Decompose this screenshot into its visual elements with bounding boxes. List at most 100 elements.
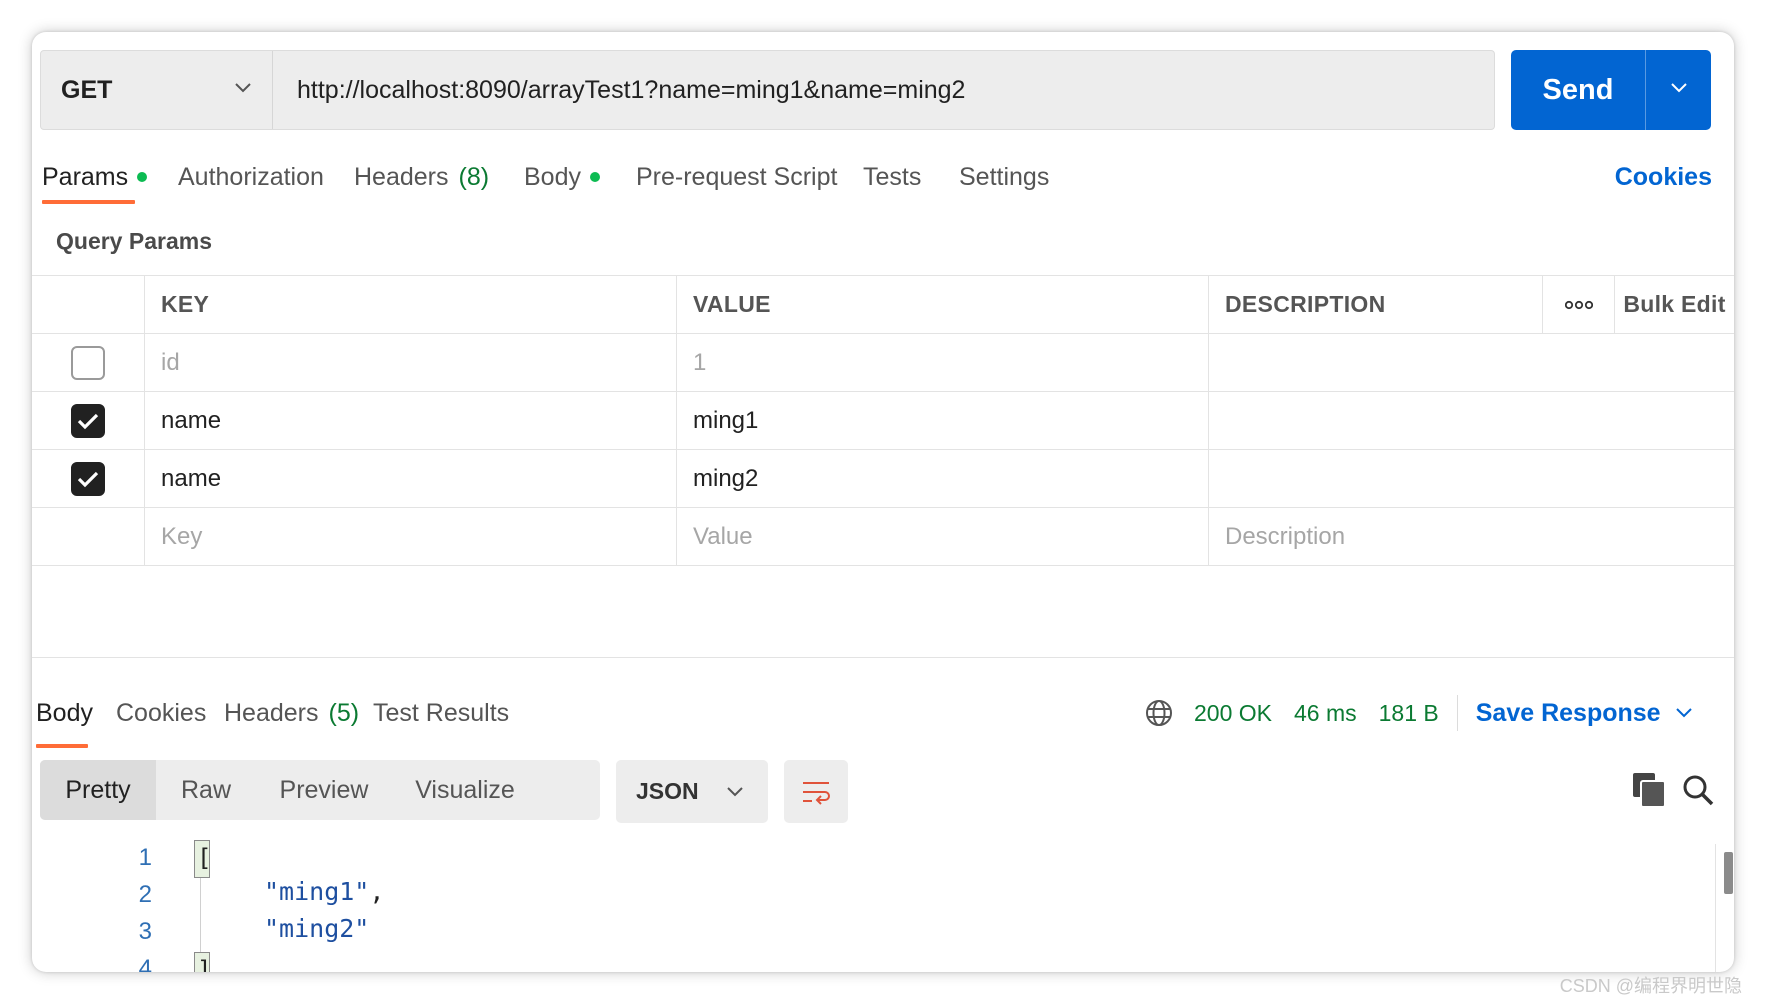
new-key-input[interactable]: Key [145, 508, 677, 565]
tab-headers-label: Headers [354, 162, 449, 191]
active-response-tab-underline [36, 744, 88, 748]
view-pretty-button[interactable]: Pretty [40, 760, 156, 820]
response-status-bar: 200 OK 46 ms 181 B Save Response [1144, 692, 1693, 734]
response-view-toggle: Pretty Raw Preview Visualize [40, 760, 600, 820]
tab-tests[interactable]: Tests [863, 152, 921, 202]
table-row-new: Key Value Description [32, 508, 1734, 566]
header-check-cell [32, 276, 145, 333]
column-header-description: DESCRIPTION [1225, 291, 1386, 317]
row-check-cell [32, 334, 145, 391]
wrap-lines-button[interactable] [784, 760, 848, 823]
tab-prerequest-script[interactable]: Pre-request Script [636, 152, 837, 202]
method-label: GET [61, 75, 113, 104]
tab-params-label: Params [42, 162, 129, 191]
tab-body-label: Body [524, 162, 581, 191]
response-size[interactable]: 181 B [1379, 700, 1439, 727]
param-description[interactable] [1209, 450, 1734, 507]
tab-test-results[interactable]: Test Results [373, 692, 509, 734]
param-description[interactable] [1209, 334, 1734, 391]
new-description-input[interactable]: Description [1209, 508, 1734, 565]
code-line: "ming1", [264, 877, 384, 906]
method-select[interactable]: GET [41, 51, 273, 129]
query-params-title: Query Params [56, 228, 212, 254]
view-raw-button[interactable]: Raw [156, 760, 256, 820]
response-headers-count: (5) [328, 698, 360, 727]
column-header-key: KEY [145, 276, 677, 333]
send-button[interactable]: Send [1511, 50, 1645, 130]
tab-response-cookies[interactable]: Cookies [116, 692, 206, 734]
tab-response-headers[interactable]: Headers (5) [224, 692, 359, 734]
chevron-down-icon [726, 786, 744, 798]
row-check-cell [32, 508, 145, 565]
table-row: id 1 [32, 334, 1734, 392]
column-header-value: VALUE [677, 276, 1209, 333]
postman-request-panel: GET http://localhost:8090/arrayTest1?nam… [32, 32, 1734, 972]
param-checkbox[interactable] [71, 403, 105, 438]
view-visualize-button[interactable]: Visualize [392, 760, 538, 820]
json-string: "ming2" [264, 914, 370, 943]
format-select[interactable]: JSON [616, 760, 768, 823]
format-label: JSON [636, 778, 699, 804]
view-preview-button[interactable]: Preview [256, 760, 392, 820]
code-scrollbar-thumb[interactable] [1724, 852, 1733, 894]
param-description[interactable] [1209, 392, 1734, 449]
code-scroll-track [1715, 844, 1716, 972]
tab-response-body[interactable]: Body [36, 692, 93, 734]
more-options-icon[interactable] [1542, 276, 1615, 333]
save-response-label: Save Response [1475, 698, 1661, 727]
line-number: 1 [138, 844, 152, 871]
param-key[interactable]: name [145, 450, 677, 507]
tab-headers[interactable]: Headers (8) [354, 152, 489, 202]
response-body-code[interactable]: 1 2 3 4 [ "ming1", "ming2" ] [32, 840, 1734, 972]
param-key[interactable]: id [145, 334, 677, 391]
response-divider[interactable] [32, 657, 1734, 658]
request-tabs: Params Authorization Headers (8) Body Pre… [32, 152, 1734, 212]
search-icon[interactable] [1680, 772, 1716, 808]
watermark: CSDN @编程界明世隐 [1559, 976, 1742, 996]
globe-icon[interactable] [1144, 698, 1174, 728]
code-line: "ming2" [264, 914, 369, 943]
param-value[interactable]: ming1 [677, 392, 1209, 449]
tab-params[interactable]: Params [42, 152, 148, 202]
tab-body[interactable]: Body [524, 152, 600, 202]
param-checkbox[interactable] [71, 345, 105, 380]
wrap-lines-icon [803, 781, 830, 805]
param-checkbox[interactable] [71, 461, 105, 496]
chevron-down-icon [234, 81, 252, 99]
new-value-input[interactable]: Value [677, 508, 1209, 565]
param-value[interactable]: ming2 [677, 450, 1209, 507]
save-response-button[interactable]: Save Response [1476, 699, 1693, 728]
line-number: 2 [138, 881, 152, 908]
copy-icon[interactable] [1632, 772, 1666, 808]
chevron-down-icon [1675, 707, 1693, 719]
open-bracket: [ [194, 840, 211, 878]
json-comma: , [369, 877, 385, 906]
query-params-table: KEY VALUE DESCRIPTION Bulk Edit id 1 nam… [32, 275, 1734, 566]
body-indicator-dot [589, 172, 600, 182]
chevron-down-icon [1670, 81, 1688, 99]
json-string: "ming1" [264, 877, 370, 906]
request-url-bar: GET http://localhost:8090/arrayTest1?nam… [40, 50, 1495, 130]
line-number: 3 [138, 918, 152, 945]
tab-response-headers-label: Headers [224, 698, 319, 727]
params-indicator-dot [137, 172, 148, 182]
tab-authorization[interactable]: Authorization [178, 152, 324, 202]
send-options-button[interactable] [1646, 50, 1711, 130]
url-input[interactable]: http://localhost:8090/arrayTest1?name=mi… [273, 51, 1494, 129]
param-value[interactable]: 1 [677, 334, 1209, 391]
checkmark-icon [77, 471, 99, 487]
checkmark-icon [77, 413, 99, 429]
table-row: name ming2 [32, 450, 1734, 508]
row-check-cell [32, 392, 145, 449]
table-header-row: KEY VALUE DESCRIPTION Bulk Edit [32, 275, 1734, 334]
param-key[interactable]: name [145, 392, 677, 449]
response-time[interactable]: 46 ms [1294, 700, 1357, 727]
status-separator [1456, 695, 1458, 731]
close-bracket: ] [194, 952, 211, 972]
tab-settings[interactable]: Settings [959, 152, 1049, 202]
status-code[interactable]: 200 OK [1194, 700, 1272, 727]
cookies-link[interactable]: Cookies [1615, 152, 1712, 202]
active-tab-underline [42, 200, 135, 204]
send-button-group: Send [1511, 50, 1711, 130]
bulk-edit-button[interactable]: Bulk Edit [1615, 276, 1734, 333]
